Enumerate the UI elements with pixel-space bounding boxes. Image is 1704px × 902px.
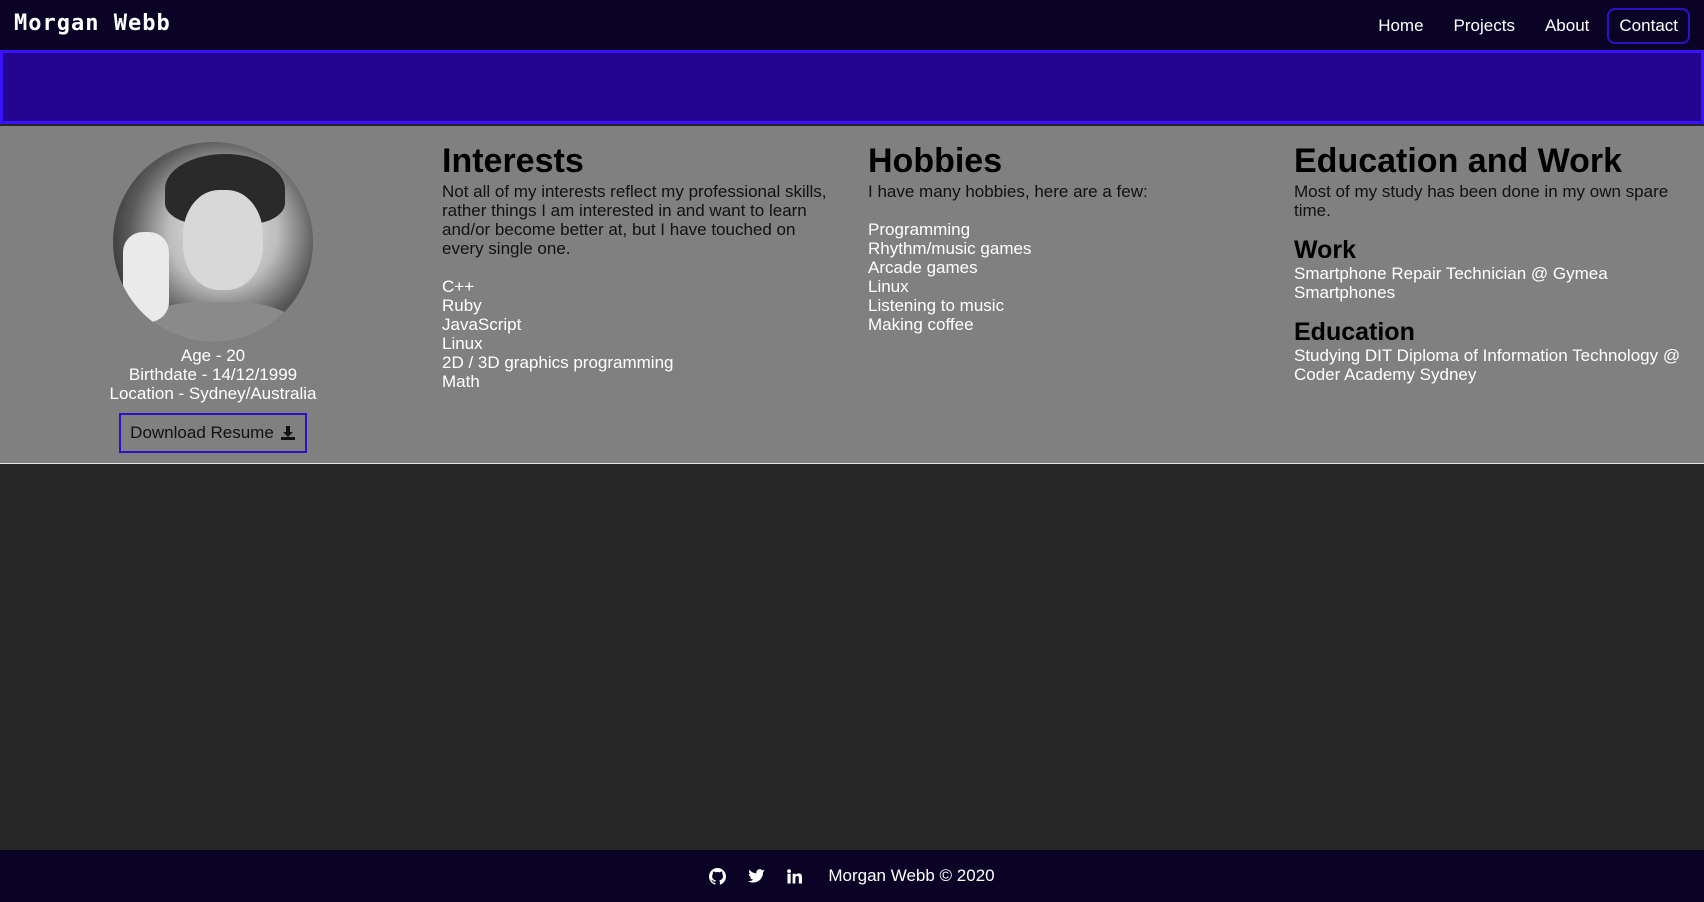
hobby-item: Arcade games [868,258,978,277]
education-heading: Education [1294,318,1415,346]
nav-links: Home Projects About Contact [1366,7,1690,45]
nav-link-home[interactable]: Home [1366,8,1435,44]
profile-age: Age - 20 [180,346,246,365]
interest-item: C++ [442,277,475,296]
header-banner [0,50,1704,124]
education-text: Studying DIT Diploma of Information Tech… [1294,346,1681,384]
profile-photo [113,142,313,342]
hobby-item: Programming [868,220,971,239]
brand-name[interactable]: Morgan Webb [14,11,171,36]
education-work-column: Education and Work Most of my study has … [1294,142,1694,384]
profile-card: Age - 20 Birthdate - 14/12/1999 Location… [104,142,322,453]
hobbies-intro: I have many hobbies, here are a few: [868,182,1148,201]
work-heading: Work [1294,236,1357,264]
footer: Morgan Webb © 2020 [0,850,1704,902]
download-resume-label: Download Resume [130,423,274,442]
interest-item: Math [442,372,480,391]
nav-link-about[interactable]: About [1533,8,1601,44]
hobby-item: Rhythm/music games [868,239,1032,258]
interest-item: 2D / 3D graphics programming [442,353,674,372]
twitter-icon[interactable] [748,868,766,884]
hobby-item: Listening to music [868,296,1005,315]
hobby-item: Making coffee [868,315,974,334]
education-work-heading: Education and Work [1294,142,1623,180]
interest-item: Ruby [442,296,482,315]
interest-item: Linux [442,334,483,353]
nav-link-contact[interactable]: Contact [1607,8,1690,44]
top-navbar: Morgan Webb Home Projects About Contact [0,0,1704,50]
education-work-intro: Most of my study has been done in my own… [1294,182,1669,220]
interest-item: JavaScript [442,315,522,334]
hobby-item: Linux [868,277,909,296]
hobbies-column: Hobbies I have many hobbies, here are a … [868,142,1258,334]
nav-link-projects[interactable]: Projects [1442,8,1527,44]
github-icon[interactable] [709,867,727,885]
profile-birthdate: Birthdate - 14/12/1999 [128,365,298,384]
download-resume-button[interactable]: Download Resume [119,413,307,453]
interests-column: Interests Not all of my interests reflec… [442,142,832,391]
download-icon [280,426,295,440]
footer-copyright: Morgan Webb © 2020 [828,866,995,885]
interests-intro: Not all of my interests reflect my profe… [442,182,827,258]
interests-heading: Interests [442,142,584,180]
linkedin-icon[interactable] [787,868,803,884]
work-text: Smartphone Repair Technician @ Gymea Sma… [1294,264,1608,302]
hobbies-heading: Hobbies [868,142,1003,180]
profile-location: Location - Sydney/Australia [109,384,317,403]
about-section: Age - 20 Birthdate - 14/12/1999 Location… [0,126,1704,464]
